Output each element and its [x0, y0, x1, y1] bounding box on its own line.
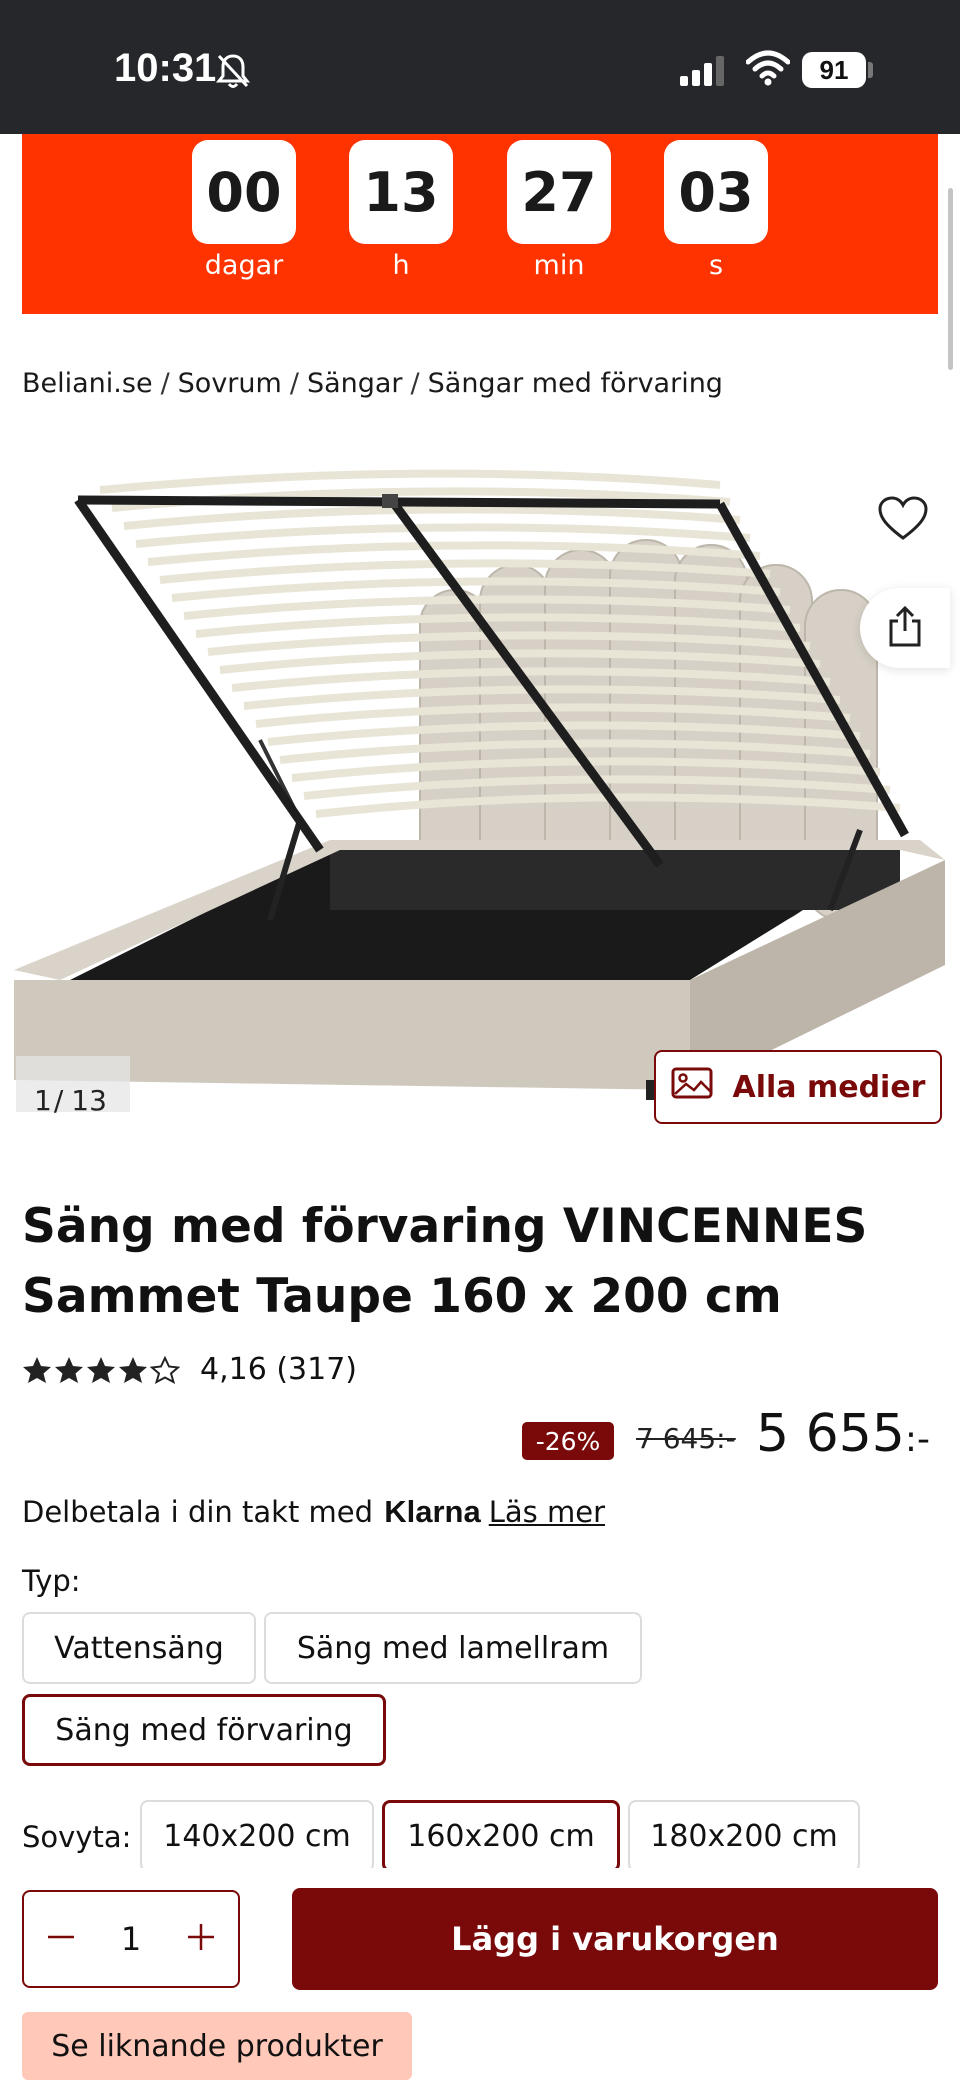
image-counter: 1/13	[16, 1056, 130, 1117]
status-time: 10:31	[114, 46, 217, 90]
all-media-label: Alla medier	[732, 1069, 926, 1105]
breadcrumb-sangar-link[interactable]: Sängar	[307, 368, 403, 399]
klarna-logo: Klarna	[384, 1494, 481, 1529]
product-title: Säng med förvaring VINCENNES Sammet Taup…	[22, 1192, 932, 1332]
cellular-signal-icon	[680, 56, 726, 90]
share-button[interactable]	[860, 588, 950, 668]
breadcrumb-separator: /	[289, 368, 299, 399]
countdown-days-value: 00	[192, 140, 296, 244]
star-outline-icon	[150, 1355, 180, 1384]
quantity-stepper: 1	[22, 1890, 240, 1988]
size-label: Sovyta:	[22, 1820, 132, 1854]
image-icon	[671, 1067, 713, 1107]
plus-icon[interactable]	[186, 1922, 216, 1956]
discount-badge: -26%	[522, 1422, 614, 1460]
heart-icon[interactable]	[878, 496, 928, 546]
current-price: 5 655:-	[756, 1404, 930, 1464]
image-counter-total: 13	[71, 1084, 107, 1117]
countdown-minutes-label: min	[533, 250, 585, 281]
type-label: Typ:	[22, 1564, 81, 1598]
size-option-180x200[interactable]: 180x200 cm	[628, 1800, 860, 1872]
breadcrumb: Beliani.se / Sovrum / Sängar / Sängar med förv…	[22, 368, 723, 399]
image-counter-separator: /	[53, 1084, 64, 1117]
battery-indicator: 91	[802, 52, 866, 88]
status-bar: 10:31 91	[0, 0, 960, 134]
quantity-value[interactable]: 1	[121, 1920, 141, 1958]
countdown-hours-label: h	[392, 250, 410, 281]
klarna-text: Delbetala i din takt med	[22, 1495, 374, 1529]
breadcrumb-separator: /	[410, 368, 420, 399]
all-media-button[interactable]: Alla medier	[654, 1050, 942, 1124]
size-option-140x200[interactable]: 140x200 cm	[140, 1800, 374, 1872]
product-rating[interactable]: 4,16 (317)	[22, 1352, 357, 1387]
price-suffix: :-	[904, 1419, 930, 1460]
product-title-line1: Säng med förvaring VINCENNES	[22, 1199, 868, 1254]
klarna-read-more-link[interactable]: Läs mer	[489, 1495, 605, 1529]
rating-value: 4,16	[200, 1352, 267, 1387]
countdown-hours-value: 13	[349, 140, 453, 244]
battery-tip	[868, 62, 873, 78]
countdown-banner: 00 dagar 13 h 27 min 03 s	[22, 134, 938, 314]
countdown-seconds-label: s	[708, 250, 724, 281]
old-price: 7 645:-	[636, 1422, 736, 1455]
bell-muted-icon	[215, 52, 251, 94]
wifi-icon	[745, 50, 791, 90]
klarna-financing: Delbetala i din takt med Klarna Läs mer	[22, 1494, 605, 1530]
star-filled-icon	[87, 1356, 115, 1383]
countdown-seconds-value: 03	[664, 140, 768, 244]
countdown-days: 00 dagar	[192, 140, 296, 281]
rating-stars	[22, 1355, 180, 1384]
breadcrumb-home-link[interactable]: Beliani.se	[22, 368, 153, 399]
share-icon	[887, 605, 923, 651]
countdown-seconds: 03 s	[664, 140, 768, 281]
breadcrumb-sovrum-link[interactable]: Sovrum	[178, 368, 282, 399]
minus-icon[interactable]	[46, 1922, 76, 1956]
review-count: (317)	[276, 1352, 358, 1387]
type-option-lamellram[interactable]: Säng med lamellram	[264, 1612, 642, 1684]
countdown-minutes: 27 min	[507, 140, 611, 281]
countdown-days-label: dagar	[204, 250, 284, 281]
product-title-line2: Sammet Taupe 160 x 200 cm	[22, 1269, 782, 1324]
breadcrumb-separator: /	[160, 368, 170, 399]
scroll-indicator[interactable]	[948, 188, 953, 370]
star-filled-icon	[55, 1356, 83, 1383]
price-value: 5 655	[756, 1404, 905, 1464]
size-option-160x200[interactable]: 160x200 cm	[382, 1800, 620, 1872]
add-to-cart-button[interactable]: Lägg i varukorgen	[292, 1888, 938, 1990]
breadcrumb-forvaring-link[interactable]: Sängar med förvaring	[428, 368, 723, 399]
star-filled-icon	[119, 1356, 147, 1383]
countdown-minutes-value: 27	[507, 140, 611, 244]
type-option-vattensang[interactable]: Vattensäng	[22, 1612, 256, 1684]
type-option-forvaring[interactable]: Säng med förvaring	[22, 1694, 386, 1766]
image-counter-current: 1	[34, 1084, 52, 1117]
countdown-hours: 13 h	[349, 140, 453, 281]
similar-products-button[interactable]: Se liknande produkter	[22, 2012, 412, 2080]
star-filled-icon	[23, 1356, 51, 1383]
